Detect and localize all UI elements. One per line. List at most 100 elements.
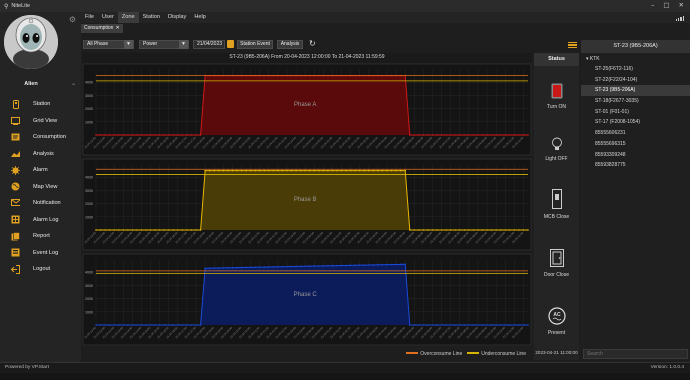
menu-user[interactable]: User [98,12,118,23]
station-node[interactable]: 85593309248 [581,150,690,161]
data-point [290,169,293,172]
station-node[interactable]: 85593828775 [581,160,690,171]
data-point [117,229,120,231]
data-point [204,169,206,172]
close-icon[interactable]: ✕ [679,1,684,9]
sidebar-nav: Station Grid View Consumption Analysis A… [0,96,81,278]
chevron-down-icon[interactable]: ▼ [179,40,188,49]
chart-legend: Overconsume Line Underconsume Line [82,348,532,359]
sidebar: ⚙ Alien ⌄ Station Grid View Consumption [0,12,81,362]
data-point [395,263,397,266]
sidebar-item-consumption[interactable]: Consumption [0,129,81,146]
sidebar-item-label: Report [33,233,50,240]
gear-icon[interactable]: ⚙ [68,15,77,24]
station-node[interactable]: ST-01 (F01-01) [581,107,690,118]
sidebar-item-logout[interactable]: Logout [0,261,81,278]
analysis-button[interactable]: Analysis [277,40,303,49]
data-point [463,134,466,136]
data-point [372,169,375,172]
chevron-down-icon[interactable]: ⌄ [71,80,76,87]
power-switch-icon [551,83,562,99]
sidebar-item-label: Alarm Log [33,216,59,223]
data-point [486,229,488,231]
sidebar-item-grid-view[interactable]: Grid View [0,113,81,130]
data-point [313,265,316,267]
status-item-mcb: MCB Close [534,189,579,220]
maximize-icon[interactable]: □ [663,1,669,9]
status-item-door: Door Close [534,249,579,278]
data-point [131,324,134,326]
data-point [195,324,197,326]
data-point [509,134,511,136]
toolbar: All Phase ▼ Power ▼ 21/04/2023 Station E… [81,37,579,52]
series-label: Phase B [294,197,317,203]
menu-zone[interactable]: Zone [117,12,139,23]
menu-hamburger-icon[interactable] [568,42,577,48]
data-point [213,169,216,172]
data-point [472,134,475,136]
menu-display[interactable]: Display [164,12,190,23]
data-point [108,229,111,231]
station-node[interactable]: ST-22(F22/24-104) [581,75,690,86]
data-point [368,264,370,266]
minimize-icon[interactable]: – [651,1,654,9]
station-event-button[interactable]: Station Event [237,40,273,49]
menu-help[interactable]: Help [190,12,210,23]
data-point [386,263,388,266]
station-node[interactable]: ST-18(F2677-3035) [581,96,690,107]
event-log-icon [11,248,20,257]
data-point [422,134,425,136]
sidebar-item-label: Station [33,101,51,108]
date-field[interactable]: 21/04/2023 [193,40,225,49]
sidebar-item-event-log[interactable]: Event Log [0,245,81,262]
data-point [217,267,220,269]
station-node[interactable]: ST-17 (F2008-1054) [581,117,690,128]
station-node[interactable]: 85555606231 [581,128,690,139]
station-node[interactable]: 85555696315 [581,139,690,150]
menu-station[interactable]: Station [139,12,164,23]
tree-root[interactable]: ▾ KTK [581,55,690,64]
menu-file[interactable]: File [81,12,98,23]
data-point [131,134,134,136]
data-point [177,134,179,136]
user-name[interactable]: Alien [0,81,62,87]
grid-view-icon [11,116,20,125]
data-point [136,134,138,136]
data-point [263,266,266,268]
data-point [504,324,507,326]
sidebar-item-notification[interactable]: Notification [0,195,81,212]
station-node[interactable]: ST-23 (9B5-206A) [581,85,690,97]
data-point [513,229,516,231]
data-point [181,229,184,231]
sidebar-item-station[interactable]: Station [0,96,81,113]
data-point [122,324,125,326]
data-point [336,264,338,267]
sidebar-item-analysis[interactable]: Analysis [0,146,81,163]
search-input[interactable] [583,349,688,359]
data-point [113,324,115,326]
phase-select[interactable]: All Phase ▼ [83,40,134,49]
avatar[interactable] [4,15,58,69]
station-node[interactable]: ST-25(F6T2-116) [581,64,690,75]
data-point [440,324,443,326]
data-point [99,324,102,326]
data-point [481,324,484,326]
sidebar-item-alarm[interactable]: Alarm [0,162,81,179]
data-point [122,229,125,231]
sidebar-item-report[interactable]: Report [0,228,81,245]
refresh-icon[interactable]: ↻ [309,39,316,48]
metric-select[interactable]: Power ▼ [139,40,189,49]
svg-text:AC: AC [553,312,561,318]
sidebar-item-label: Notification [33,200,61,207]
station-icon [11,99,20,109]
sidebar-item-map-view[interactable]: Map View [0,179,81,196]
tab-consumption[interactable]: Consumption ✕ [81,24,123,33]
status-item-ac: AC Present [534,307,579,336]
data-point [154,134,156,136]
calendar-icon[interactable] [227,40,234,48]
data-point [227,169,229,172]
chevron-down-icon[interactable]: ▼ [124,40,133,49]
sidebar-item-alarm-log[interactable]: Alarm Log [0,212,81,229]
close-icon[interactable]: ✕ [115,25,119,31]
data-point [154,324,156,326]
